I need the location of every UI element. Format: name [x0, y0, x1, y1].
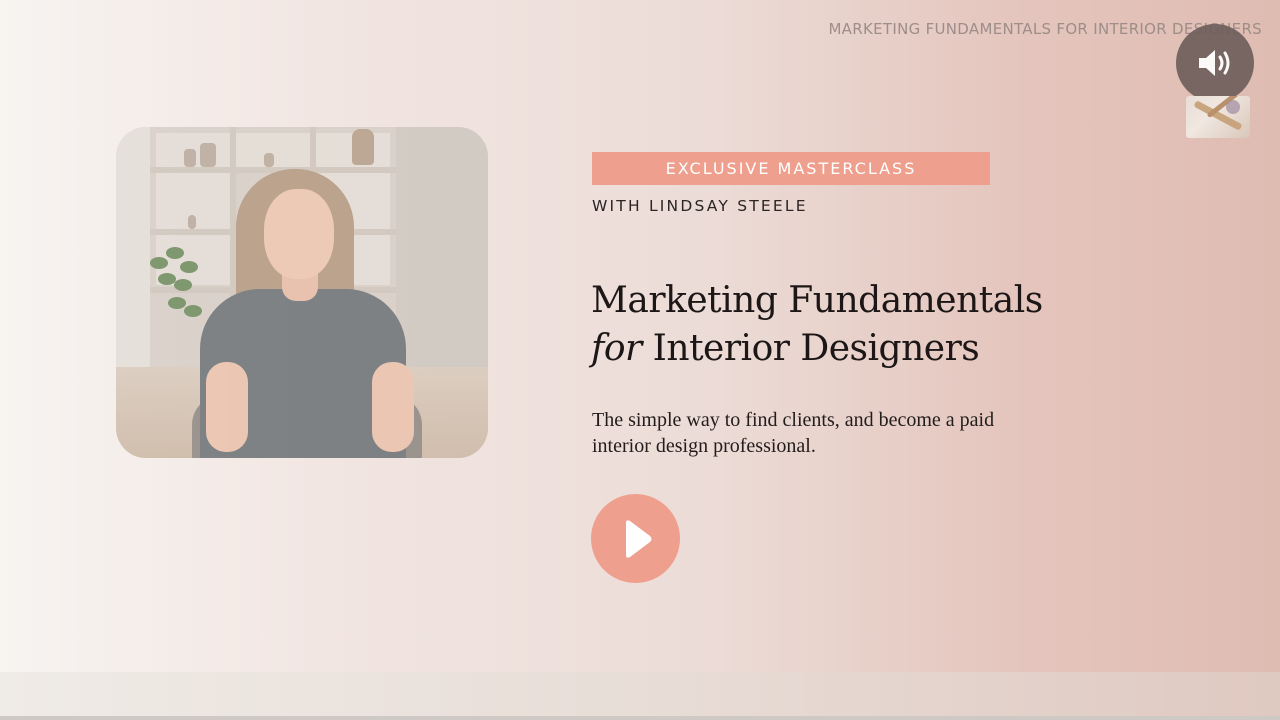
title-line-2: for Interior Designers	[591, 325, 1071, 373]
title-line-1: Marketing Fundamentals	[591, 280, 1043, 321]
title-italic-word: for	[591, 328, 642, 369]
presenter-name: WITH LINDSAY STEELE	[592, 197, 808, 215]
masterclass-badge: EXCLUSIVE MASTERCLASS	[592, 152, 990, 185]
subtitle: The simple way to find clients, and beco…	[592, 409, 995, 457]
page-title: Marketing Fundamentals for Interior Desi…	[591, 277, 1071, 373]
bottom-divider	[0, 716, 1280, 720]
presenter-video[interactable]	[116, 127, 488, 458]
video-thumbnail[interactable]	[1186, 96, 1250, 138]
sound-toggle-button[interactable]	[1176, 24, 1254, 102]
play-icon	[625, 519, 651, 558]
play-button[interactable]	[591, 494, 680, 583]
bottom-bar	[0, 672, 1280, 716]
title-line-2-rest: Interior Designers	[641, 328, 980, 369]
speaker-volume-icon	[1199, 50, 1230, 76]
